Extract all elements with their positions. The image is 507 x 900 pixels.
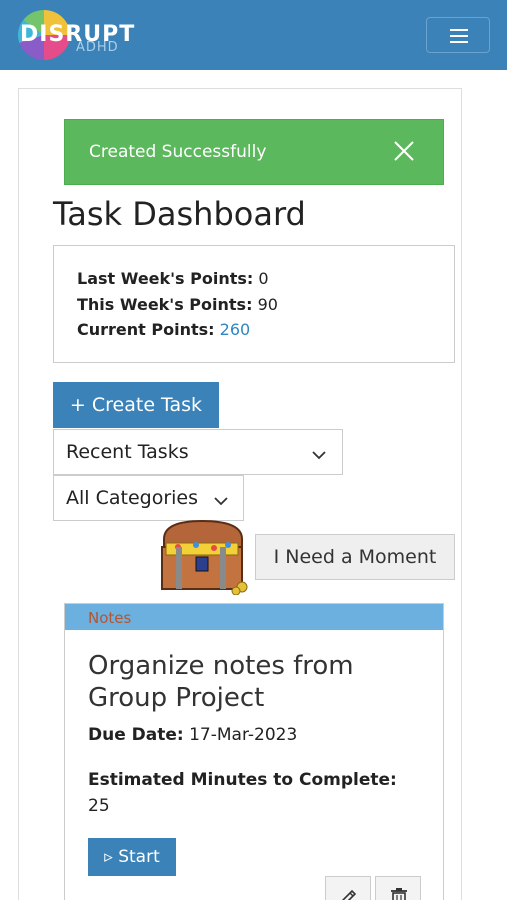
current-points: Current Points: 260 (77, 320, 250, 339)
pencil-icon (342, 889, 357, 900)
current-points-value[interactable]: 260 (220, 320, 251, 339)
close-icon[interactable] (390, 137, 418, 165)
task-category-header: Notes (65, 604, 443, 630)
trash-icon (391, 888, 407, 900)
last-week-value: 0 (258, 269, 269, 288)
category-selected-value: All Categories (66, 487, 199, 509)
chevron-down-icon (214, 491, 228, 506)
create-task-button[interactable]: + Create Task (53, 382, 219, 428)
top-navbar: DISRUPT ADHD (0, 0, 507, 70)
treasure-chest-icon[interactable] (158, 517, 252, 596)
last-week-label: Last Week's Points: (77, 269, 254, 288)
last-week-points: Last Week's Points: 0 (77, 269, 269, 288)
task-title: Organize notes from Group Project (88, 651, 354, 713)
sort-select[interactable]: Recent Tasks (53, 429, 343, 475)
alert-message: Created Successfully (89, 142, 267, 162)
start-task-button[interactable]: ▹ Start (88, 838, 176, 876)
points-summary: Last Week's Points: 0 This Week's Points… (53, 245, 455, 363)
edit-task-button[interactable] (325, 876, 371, 900)
task-minutes-value: 25 (88, 796, 110, 816)
task-minutes-label: Estimated Minutes to Complete: (88, 770, 397, 790)
sort-selected-value: Recent Tasks (66, 441, 189, 463)
need-a-moment-button[interactable]: I Need a Moment (255, 534, 455, 580)
minutes-label: Estimated Minutes to Complete: (88, 770, 397, 790)
this-week-points: This Week's Points: 90 (77, 295, 278, 314)
chevron-down-icon (312, 445, 326, 460)
this-week-label: This Week's Points: (77, 295, 253, 314)
page-title: Task Dashboard (53, 195, 306, 233)
due-date-value: 17-Mar-2023 (189, 725, 298, 745)
task-category: Notes (88, 609, 132, 627)
success-alert: Created Successfully (64, 119, 444, 185)
hamburger-menu-icon[interactable] (426, 17, 490, 53)
current-points-label: Current Points: (77, 320, 215, 339)
category-select[interactable]: All Categories (53, 475, 244, 521)
logo-subtext: ADHD (76, 40, 119, 55)
delete-task-button[interactable] (375, 876, 421, 900)
this-week-value: 90 (257, 295, 278, 314)
due-date-label: Due Date: (88, 725, 184, 745)
task-card: Notes Organize notes from Group Project … (64, 603, 444, 900)
task-due-date: Due Date: 17-Mar-2023 (88, 725, 297, 745)
disrupt-adhd-logo[interactable]: DISRUPT ADHD (14, 10, 134, 60)
